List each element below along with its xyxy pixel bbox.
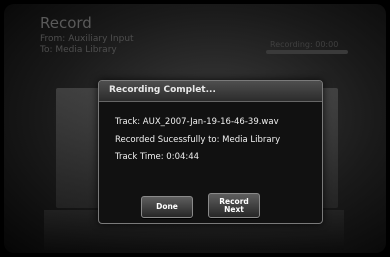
track-time-text: Track Time: 0:04:44 bbox=[115, 152, 200, 162]
record-next-button[interactable]: Record Next bbox=[208, 193, 260, 218]
record-next-label-line2: Next bbox=[224, 204, 244, 214]
screen: Record From: Auxiliary Input To: Media L… bbox=[4, 4, 386, 253]
done-button[interactable]: Done bbox=[141, 196, 193, 218]
background-progress-bar bbox=[266, 50, 348, 54]
recorded-destination-text: Recorded Sucessfully to: Media Library bbox=[115, 135, 281, 145]
done-button-label: Done bbox=[156, 202, 178, 211]
background-title: Record bbox=[40, 14, 92, 32]
background-destination: To: Media Library bbox=[40, 45, 117, 55]
background-recording-status: Recording: 00:00 bbox=[270, 40, 339, 49]
background-source: From: Auxiliary Input bbox=[40, 34, 134, 44]
dialog-header: Recording Complet... bbox=[99, 81, 322, 102]
track-name-text: Track: AUX_2007-Jan-19-16-46-39.wav bbox=[115, 117, 279, 127]
recording-complete-dialog: Recording Complet... Track: AUX_2007-Jan… bbox=[98, 80, 323, 224]
dialog-title: Recording Complet... bbox=[109, 85, 216, 95]
